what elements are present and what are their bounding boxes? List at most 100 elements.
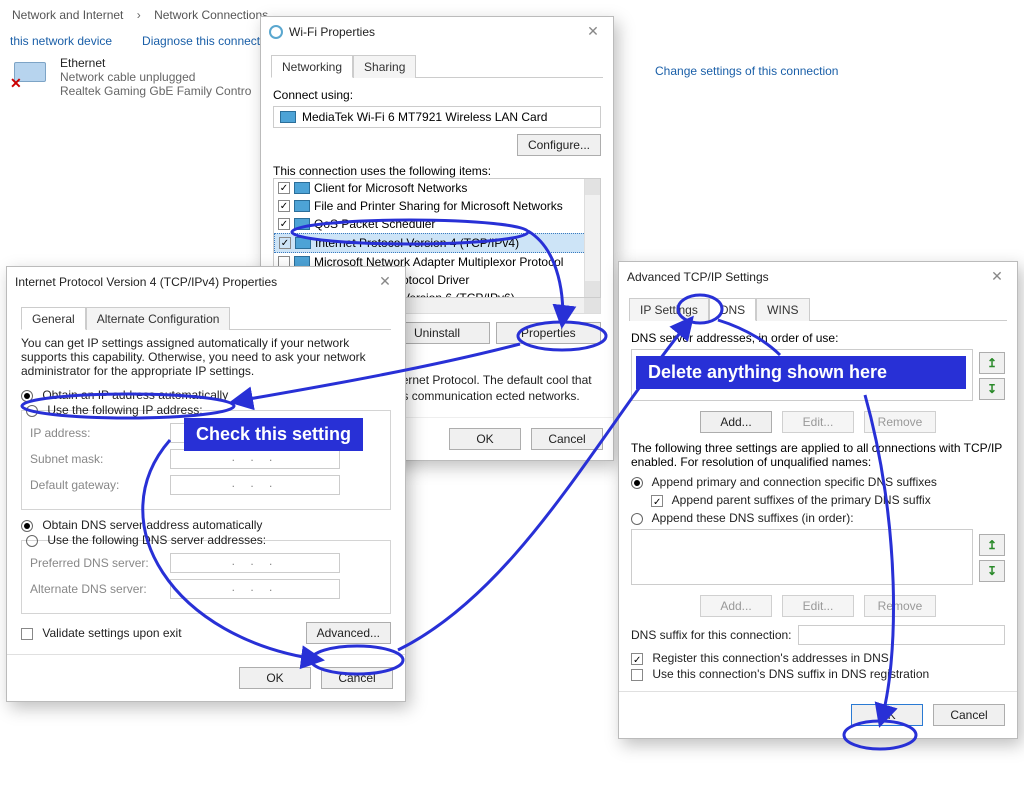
pref-dns-label: Preferred DNS server: bbox=[30, 556, 160, 570]
device-name: Ethernet bbox=[60, 56, 251, 70]
wifi-titlebar[interactable]: Wi-Fi Properties ✕ bbox=[261, 17, 613, 46]
radio-auto-dns-label: Obtain DNS server address automatically bbox=[42, 518, 262, 532]
dns-remove-button[interactable]: Remove bbox=[864, 411, 936, 433]
wifi-ok-button[interactable]: OK bbox=[449, 428, 521, 450]
subnet-mask-label: Subnet mask: bbox=[30, 452, 160, 466]
radio-icon[interactable] bbox=[26, 405, 38, 417]
suffix-list[interactable] bbox=[631, 529, 973, 585]
radio-icon[interactable] bbox=[26, 535, 38, 547]
advanced-button[interactable]: Advanced... bbox=[306, 622, 391, 644]
scroll-right-icon[interactable] bbox=[584, 298, 600, 313]
toolbar-change-settings[interactable]: Change settings of this connection bbox=[655, 64, 838, 78]
checkbox-icon[interactable] bbox=[631, 669, 643, 681]
close-icon[interactable]: ✕ bbox=[985, 268, 1009, 285]
pref-dns-input[interactable]: . . . bbox=[170, 553, 340, 573]
radio-auto-ip-label: Obtain an IP address automatically bbox=[42, 388, 228, 402]
adv-ok-button[interactable]: OK bbox=[851, 704, 923, 726]
protocol-icon bbox=[295, 237, 311, 249]
ip-address-label: IP address: bbox=[30, 426, 160, 440]
radio-manual-dns-label: Use the following DNS server addresses: bbox=[47, 533, 266, 547]
checkbox-icon[interactable] bbox=[21, 628, 33, 640]
wifi-cancel-button[interactable]: Cancel bbox=[531, 428, 603, 450]
three-settings-text: The following three settings are applied… bbox=[631, 441, 1005, 469]
chk-register-label: Register this connection's addresses in … bbox=[652, 651, 888, 665]
ipv4-cancel-button[interactable]: Cancel bbox=[321, 667, 393, 689]
radio-manual-ip-label: Use the following IP address: bbox=[47, 403, 202, 417]
wifi-icon bbox=[269, 25, 283, 39]
device-status: Network cable unplugged bbox=[60, 70, 251, 84]
toolbar-diagnose[interactable]: Diagnose this connection bbox=[142, 34, 276, 48]
move-down-button[interactable]: ↧ bbox=[979, 378, 1005, 400]
close-icon[interactable]: ✕ bbox=[373, 273, 397, 290]
tab-networking[interactable]: Networking bbox=[271, 55, 353, 78]
configure-button[interactable]: Configure... bbox=[517, 134, 601, 156]
chk-use-suffix-row[interactable]: Use this connection's DNS suffix in DNS … bbox=[631, 667, 1005, 681]
adv-cancel-button[interactable]: Cancel bbox=[933, 704, 1005, 726]
advanced-tcpip-dialog: Advanced TCP/IP Settings ✕ IP Settings D… bbox=[618, 261, 1018, 739]
ip-address-input[interactable]: . . . bbox=[170, 423, 340, 443]
network-adapter-icon bbox=[280, 111, 296, 123]
subnet-mask-input[interactable]: . . . bbox=[170, 449, 340, 469]
tab-general[interactable]: General bbox=[21, 307, 86, 330]
validate-row[interactable]: Validate settings upon exit bbox=[21, 626, 182, 640]
radio-manual-ip-row[interactable]: Use the following IP address: bbox=[26, 403, 382, 417]
properties-button[interactable]: Properties bbox=[496, 322, 601, 344]
scrollbar-vertical[interactable] bbox=[584, 179, 600, 297]
suffix-move-down-button[interactable]: ↧ bbox=[979, 560, 1005, 582]
radio-icon[interactable] bbox=[631, 477, 643, 489]
ipv4-ok-button[interactable]: OK bbox=[239, 667, 311, 689]
item-tcpipv4: Internet Protocol Version 4 (TCP/IPv4) bbox=[274, 233, 600, 253]
item-qos: QoS Packet Scheduler bbox=[274, 215, 600, 233]
suffix-conn-input[interactable] bbox=[798, 625, 1005, 645]
item-file-printer: File and Printer Sharing for Microsoft N… bbox=[274, 197, 600, 215]
toolbar-this-device[interactable]: this network device bbox=[10, 34, 112, 48]
checkbox-icon[interactable] bbox=[278, 218, 290, 230]
suffix-remove-button[interactable]: Remove bbox=[864, 595, 936, 617]
tab-alt-config[interactable]: Alternate Configuration bbox=[86, 307, 231, 330]
radio-manual-dns-row[interactable]: Use the following DNS server addresses: bbox=[26, 533, 382, 547]
device-text: Ethernet Network cable unplugged Realtek… bbox=[60, 56, 251, 98]
alt-dns-input[interactable]: . . . bbox=[170, 579, 340, 599]
suffix-edit-button[interactable]: Edit... bbox=[782, 595, 854, 617]
disconnected-x-icon: ✕ bbox=[10, 75, 22, 92]
wifi-tabs: Networking Sharing bbox=[271, 54, 603, 78]
dns-servers-list[interactable] bbox=[631, 349, 973, 401]
adapter-name: MediaTek Wi-Fi 6 MT7921 Wireless LAN Car… bbox=[302, 110, 547, 124]
radio-these-row[interactable]: Append these DNS suffixes (in order): bbox=[631, 511, 1005, 525]
radio-auto-dns-row[interactable]: Obtain DNS server address automatically bbox=[21, 518, 391, 532]
dns-edit-button[interactable]: Edit... bbox=[782, 411, 854, 433]
dns-add-button[interactable]: Add... bbox=[700, 411, 772, 433]
close-icon[interactable]: ✕ bbox=[581, 23, 605, 40]
breadcrumb-a[interactable]: Network and Internet bbox=[12, 8, 123, 22]
gateway-input[interactable]: . . . bbox=[170, 475, 340, 495]
radio-icon[interactable] bbox=[631, 513, 643, 525]
radio-icon[interactable] bbox=[21, 390, 33, 402]
radio-icon[interactable] bbox=[21, 520, 33, 532]
checkbox-icon[interactable] bbox=[631, 653, 643, 665]
chk-register-row[interactable]: Register this connection's addresses in … bbox=[631, 651, 1005, 665]
breadcrumb-separator-icon bbox=[131, 8, 147, 22]
tab-dns[interactable]: DNS bbox=[709, 298, 756, 321]
radio-auto-ip-row[interactable]: Obtain an IP address automatically bbox=[21, 388, 391, 402]
checkbox-icon[interactable] bbox=[651, 495, 663, 507]
ipv4-properties-dialog: Internet Protocol Version 4 (TCP/IPv4) P… bbox=[6, 266, 406, 702]
radio-primary-label: Append primary and connection specific D… bbox=[652, 475, 937, 489]
tab-ip-settings[interactable]: IP Settings bbox=[629, 298, 709, 321]
checkbox-icon[interactable] bbox=[278, 182, 290, 194]
suffix-add-button[interactable]: Add... bbox=[700, 595, 772, 617]
breadcrumb-b[interactable]: Network Connections bbox=[154, 8, 268, 22]
radio-primary-row[interactable]: Append primary and connection specific D… bbox=[631, 475, 1005, 489]
chk-parent-row[interactable]: Append parent suffixes of the primary DN… bbox=[651, 493, 1005, 507]
checkbox-icon[interactable] bbox=[278, 200, 290, 212]
adv-titlebar[interactable]: Advanced TCP/IP Settings ✕ bbox=[619, 262, 1017, 291]
move-up-button[interactable]: ↥ bbox=[979, 352, 1005, 374]
tab-wins[interactable]: WINS bbox=[756, 298, 809, 321]
ipv4-titlebar[interactable]: Internet Protocol Version 4 (TCP/IPv4) P… bbox=[7, 267, 405, 296]
device-adapter: Realtek Gaming GbE Family Contro bbox=[60, 84, 251, 98]
dns-servers-label: DNS server addresses, in order of use: bbox=[631, 331, 1005, 345]
adv-title: Advanced TCP/IP Settings bbox=[627, 270, 769, 284]
checkbox-icon[interactable] bbox=[279, 237, 291, 249]
suffix-move-up-button[interactable]: ↥ bbox=[979, 534, 1005, 556]
validate-label: Validate settings upon exit bbox=[42, 626, 181, 640]
tab-sharing[interactable]: Sharing bbox=[353, 55, 416, 78]
